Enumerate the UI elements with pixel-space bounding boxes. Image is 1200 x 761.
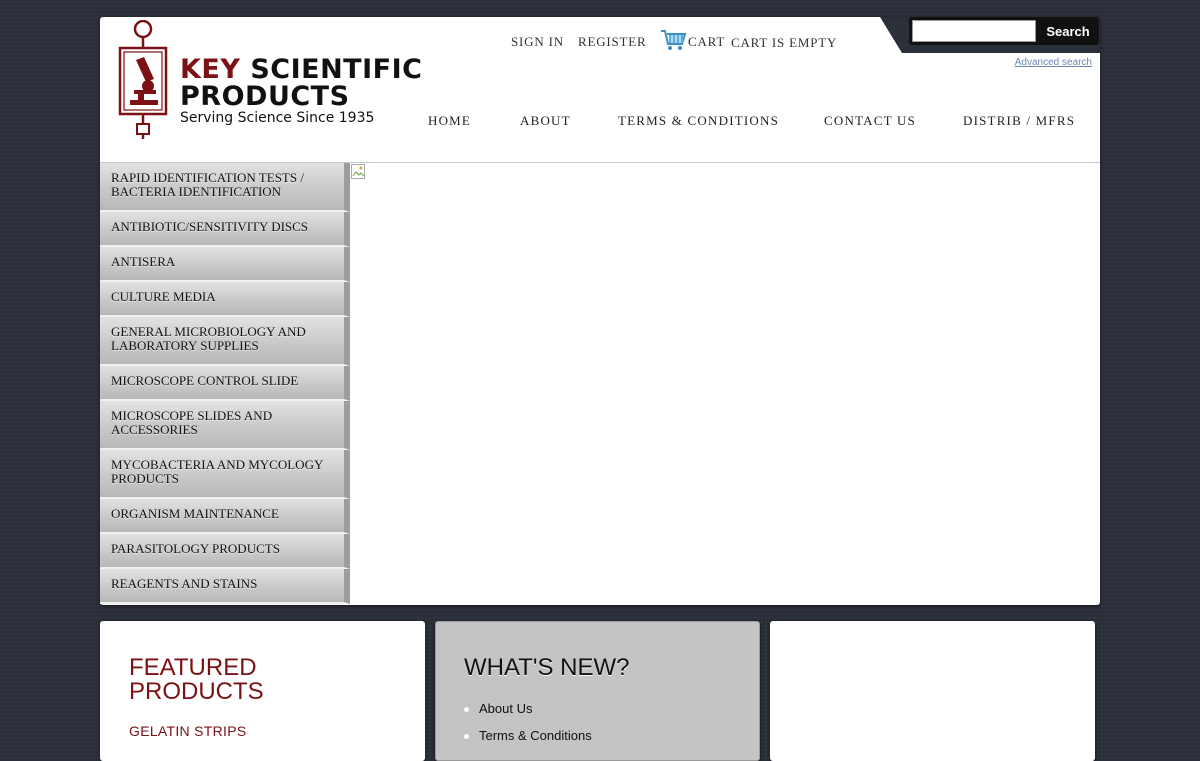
- microscope-emblem-icon: [118, 20, 168, 139]
- sidebar-item-reagents-stains[interactable]: REAGENTS AND STAINS: [100, 569, 350, 604]
- sidebar-item-antisera[interactable]: ANTISERA: [100, 247, 350, 282]
- sign-in-link[interactable]: SIGN IN: [511, 34, 564, 50]
- advanced-search-link[interactable]: Advanced search: [1000, 57, 1092, 68]
- register-link[interactable]: REGISTER: [578, 34, 647, 50]
- featured-product-link[interactable]: GELATIN STRIPS: [129, 723, 247, 739]
- whats-new-link[interactable]: Terms & Conditions: [479, 728, 592, 743]
- shopping-cart-icon[interactable]: [660, 28, 686, 52]
- sidebar-item-antibiotic-discs[interactable]: ANTIBIOTIC/SENSITIVITY DISCS: [100, 212, 350, 247]
- sidebar-item-mycobacteria[interactable]: MYCOBACTERIA AND MYCOLOGY PRODUCTS: [100, 450, 350, 499]
- whats-new-list: About Us Terms & Conditions: [464, 700, 592, 754]
- category-sidebar: RAPID IDENTIFICATION TESTS / BACTERIA ID…: [100, 163, 350, 605]
- sidebar-item-microscope-control-slide[interactable]: MICROSCOPE CONTROL SLIDE: [100, 366, 350, 401]
- brand-tagline: Serving Science Since 1935: [180, 110, 375, 126]
- nav-distributors[interactable]: DISTRIB / MFRS: [963, 113, 1075, 129]
- empty-panel: [770, 621, 1095, 761]
- sidebar-item-general-microbiology[interactable]: GENERAL MICROBIOLOGY AND LABORATORY SUPP…: [100, 317, 350, 366]
- whats-new-link[interactable]: About Us: [479, 701, 532, 716]
- nav-terms[interactable]: TERMS & CONDITIONS: [618, 113, 779, 129]
- whats-new-title: WHAT'S NEW?: [464, 654, 630, 681]
- sidebar-item-culture-media[interactable]: CULTURE MEDIA: [100, 282, 350, 317]
- sidebar-item-parasitology[interactable]: PARASITOLOGY PRODUCTS: [100, 534, 350, 569]
- cart-link[interactable]: CART: [688, 34, 725, 50]
- list-item[interactable]: About Us: [464, 700, 592, 727]
- sidebar-item-microscope-slides[interactable]: MICROSCOPE SLIDES AND ACCESSORIES: [100, 401, 350, 450]
- brand-name: KEY SCIENTIFIC: [180, 54, 423, 85]
- nav-contact[interactable]: CONTACT US: [824, 113, 916, 129]
- bullet-icon: [464, 734, 469, 740]
- nav-about[interactable]: ABOUT: [520, 113, 571, 129]
- bullet-icon: [464, 707, 469, 713]
- brand-name-line2: PRODUCTS: [180, 81, 350, 112]
- sidebar-item-rapid-identification[interactable]: RAPID IDENTIFICATION TESTS / BACTERIA ID…: [100, 163, 350, 212]
- search-button[interactable]: Search: [1040, 20, 1096, 42]
- logo[interactable]: KEY SCIENTIFIC PRODUCTS Serving Science …: [118, 20, 422, 140]
- broken-image-icon: [351, 164, 365, 179]
- sidebar-item-organism-maintenance[interactable]: ORGANISM MAINTENANCE: [100, 499, 350, 534]
- cart-status: CART IS EMPTY: [731, 35, 838, 50]
- featured-products-title: FEATURED PRODUCTS: [129, 654, 264, 705]
- search-input[interactable]: [912, 20, 1036, 42]
- nav-home[interactable]: HOME: [428, 113, 471, 129]
